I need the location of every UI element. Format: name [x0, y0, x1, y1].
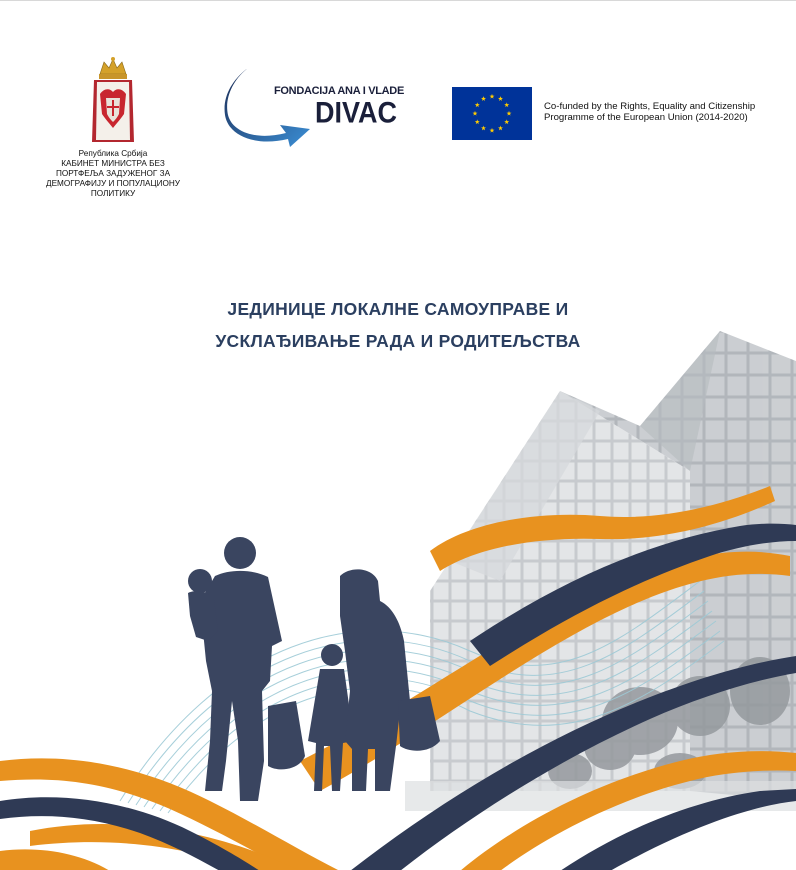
document-title-line-2: УСКЛАЂИВАЊЕ РАДА И РОДИТЕЉСТВА: [215, 331, 581, 351]
serbia-line: ДЕМОГРАФИЈУ И ПОПУЛАЦИОНУ: [46, 179, 180, 188]
cover-page: Република Србија КАБИНЕТ МИНИСТРА БЕЗ ПО…: [0, 0, 796, 870]
serbia-logo: Република Србија КАБИНЕТ МИНИСТРА БЕЗ ПО…: [38, 56, 188, 199]
serbia-line: Република Србија: [78, 149, 148, 158]
eu-flag-icon: [452, 87, 532, 140]
serbian-coat-of-arms-icon: [92, 57, 134, 142]
divac-big-text: DIVAC: [315, 96, 398, 129]
serbia-line: КАБИНЕТ МИНИСТРА БЕЗ: [61, 159, 165, 168]
eu-funding-text: Co-funded by the Rights, Equality and Ci…: [544, 101, 755, 123]
document-title-line-1: ЈЕДИНИЦЕ ЛОКАЛНЕ САМОУПРАВЕ И: [227, 299, 569, 319]
eu-line: Co-funded by the Rights, Equality and Ci…: [544, 101, 756, 112]
divac-foundation-logo: FONDACIJA ANA I VLADE DIVAC: [222, 69, 412, 149]
eu-line: Programme of the European Union (2014-20…: [544, 112, 748, 123]
serbia-logo-text: Република Србија КАБИНЕТ МИНИСТРА БЕЗ ПО…: [38, 149, 188, 199]
serbia-line: ПОЛИТИКУ: [90, 189, 136, 198]
serbia-line: ПОРТФЕЉА ЗАДУЖЕНОГ ЗА: [55, 169, 171, 178]
